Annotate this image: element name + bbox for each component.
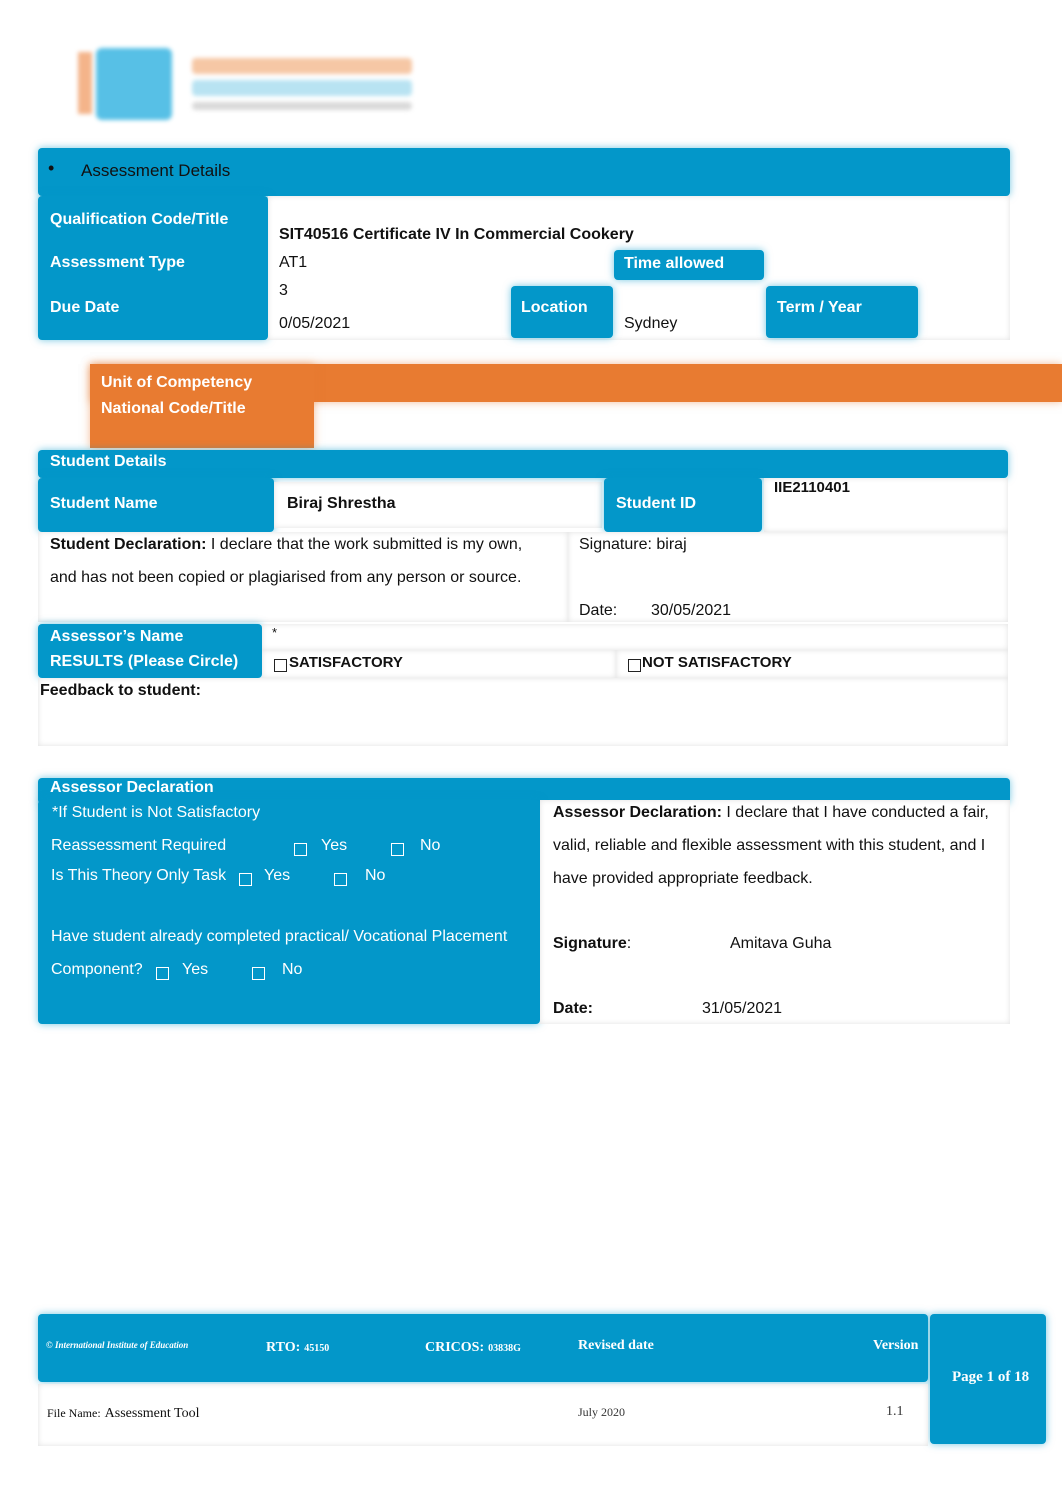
assessor-signature-value: Amitava Guha [730, 935, 832, 952]
assessment-details-title: Assessment Details [81, 161, 231, 180]
footer-version-value: 1.1 [886, 1404, 904, 1419]
term-year-label: Term / Year [777, 299, 862, 316]
footer-revised-date-value: July 2020 [578, 1405, 626, 1419]
practical-label-line2: Component? [51, 961, 143, 978]
satisfactory-option[interactable]: SATISFACTORY [262, 650, 616, 678]
unit-of-competency-label: Unit of Competency [101, 374, 253, 391]
assessor-name-value: * [272, 625, 278, 640]
student-name-label: Student Name [50, 495, 158, 512]
student-details-header: Student Details [38, 450, 1008, 478]
practical-no-label: No [282, 961, 303, 978]
due-date-label: Due Date [50, 299, 120, 316]
time-allowed-label-cell: Time allowed [614, 250, 764, 280]
student-id-label: Student ID [616, 495, 696, 512]
location-label-cell: Location [511, 286, 613, 338]
theory-only-yes-checkbox[interactable] [239, 872, 252, 890]
due-date-value-line1: 3 [279, 282, 288, 299]
national-code-title-label: National Code/Title [101, 400, 246, 417]
assessor-declaration-line2: valid, reliable and flexible assessment … [553, 837, 986, 854]
student-signature: Signature: biraj [579, 536, 687, 554]
reassessment-yes-label: Yes [321, 837, 348, 854]
assessment-type-value: AT1 [279, 254, 308, 271]
student-date-label: Date: [579, 602, 618, 619]
student-date-value: 30/05/2021 [651, 602, 732, 619]
assessor-signature-label: Signature: [553, 935, 632, 952]
footer-rto: RTO: 45150 [266, 1340, 330, 1355]
page-indicator: Page 1 of 18 [952, 1369, 1030, 1385]
footer-cricos: CRICOS: 03838G [425, 1340, 521, 1355]
assessor-declaration-right-panel: Assessor Declaration: I declare that I h… [540, 800, 1010, 1024]
assessor-name-cell[interactable]: * [262, 624, 1008, 650]
footer-version-label: Version [873, 1338, 919, 1353]
not-satisfactory-label: NOT SATISFACTORY [642, 654, 792, 671]
assessor-name-label: Assessor’s Name [50, 628, 184, 645]
student-declaration-line2: and has not been copied or plagiarised f… [50, 569, 522, 586]
logo-orange-bar [78, 52, 92, 114]
student-signature-cell: Signature: biraj Date: 30/05/2021 [568, 532, 1008, 622]
assessor-results-label-cell: Assessor’s Name RESULTS (Please Circle) [38, 624, 262, 678]
reassessment-no-checkbox[interactable] [391, 842, 404, 860]
student-name-label-cell: Student Name [38, 478, 274, 532]
assessment-details-header: • Assessment Details [38, 148, 1010, 196]
footer-file-name: File Name: Assessment Tool [47, 1406, 200, 1421]
location-value: Sydney [624, 315, 678, 332]
assessor-declaration-line3: have provided appropriate feedback. [553, 870, 813, 887]
assessment-type-label: Assessment Type [50, 254, 185, 271]
qualification-value: SIT40516 Certificate IV In Commercial Co… [279, 226, 634, 243]
student-signature-label: Signature: [579, 536, 652, 553]
theory-only-no-label: No [365, 867, 386, 884]
student-declaration-label: Student Declaration: [50, 536, 207, 553]
feedback-label: Feedback to student: [40, 682, 201, 699]
assessor-declaration-left-panel: *If Student is Not Satisfactory Reassess… [38, 800, 540, 1024]
reassessment-yes-checkbox[interactable] [294, 842, 307, 860]
assessor-declaration-label: Assessor Declaration: [553, 804, 722, 821]
satisfactory-label: SATISFACTORY [289, 654, 403, 671]
term-year-label-cell: Term / Year [766, 286, 918, 338]
bullet: • [48, 158, 55, 178]
assessor-declaration-title: Assessor Declaration [50, 779, 214, 796]
logo-icon [96, 48, 172, 120]
assessor-date-label: Date: [553, 1000, 594, 1017]
practical-no-checkbox[interactable] [252, 966, 265, 984]
logo-wordmark-top [192, 58, 412, 74]
student-name-cell[interactable]: Biraj Shrestha [274, 482, 602, 528]
student-declaration-text: I declare that the work submitted is my … [206, 536, 523, 553]
footer-revised-date-label: Revised date [578, 1338, 654, 1353]
page-indicator-cell: Page 1 of 18 [930, 1314, 1046, 1444]
practical-yes-checkbox[interactable] [156, 966, 169, 984]
theory-only-no-checkbox[interactable] [334, 872, 347, 890]
student-id-value: IIE2110401 [774, 479, 850, 496]
student-signature-value: biraj [656, 536, 687, 553]
location-label: Location [521, 299, 588, 316]
logo-wordmark-middle [192, 80, 412, 96]
due-date-value-line2: 0/05/2021 [279, 315, 351, 332]
time-allowed-label: Time allowed [624, 255, 725, 272]
assessor-date-value: 31/05/2021 [702, 1000, 783, 1017]
student-declaration-line1: Student Declaration: I declare that the … [50, 536, 522, 554]
reassessment-label: Reassessment Required [51, 837, 227, 854]
feedback-cell[interactable]: Feedback to student: [38, 678, 1008, 746]
reassessment-no-label: No [420, 837, 441, 854]
logo [72, 44, 417, 122]
footer-copyright: © International Institute of Education [46, 1340, 189, 1350]
not-satisfactory-option[interactable]: NOT SATISFACTORY [616, 650, 1008, 678]
student-id-cell[interactable]: IIE2110401 [764, 478, 1008, 532]
theory-only-label: Is This Theory Only Task [51, 867, 227, 884]
assessor-declaration-text: I declare that I have conducted a fair, [721, 804, 989, 821]
practical-yes-label: Yes [182, 961, 209, 978]
results-label: RESULTS (Please Circle) [50, 653, 239, 670]
student-name-value: Biraj Shrestha [287, 495, 396, 512]
student-details-title: Student Details [50, 453, 167, 470]
theory-only-yes-label: Yes [264, 867, 291, 884]
student-declaration-cell: Student Declaration: I declare that the … [38, 532, 568, 622]
practical-label-line1: Have student already completed practical… [51, 928, 508, 945]
not-satisfactory-checkbox[interactable] [628, 658, 641, 676]
student-id-label-cell: Student ID [604, 478, 762, 532]
logo-wordmark-bottom [192, 102, 412, 110]
assessor-declaration-line1: Assessor Declaration: I declare that I h… [553, 804, 989, 822]
qualification-label: Qualification Code/Title [50, 211, 229, 228]
satisfactory-checkbox[interactable] [274, 658, 287, 676]
not-satisfactory-note: *If Student is Not Satisfactory [52, 804, 261, 821]
